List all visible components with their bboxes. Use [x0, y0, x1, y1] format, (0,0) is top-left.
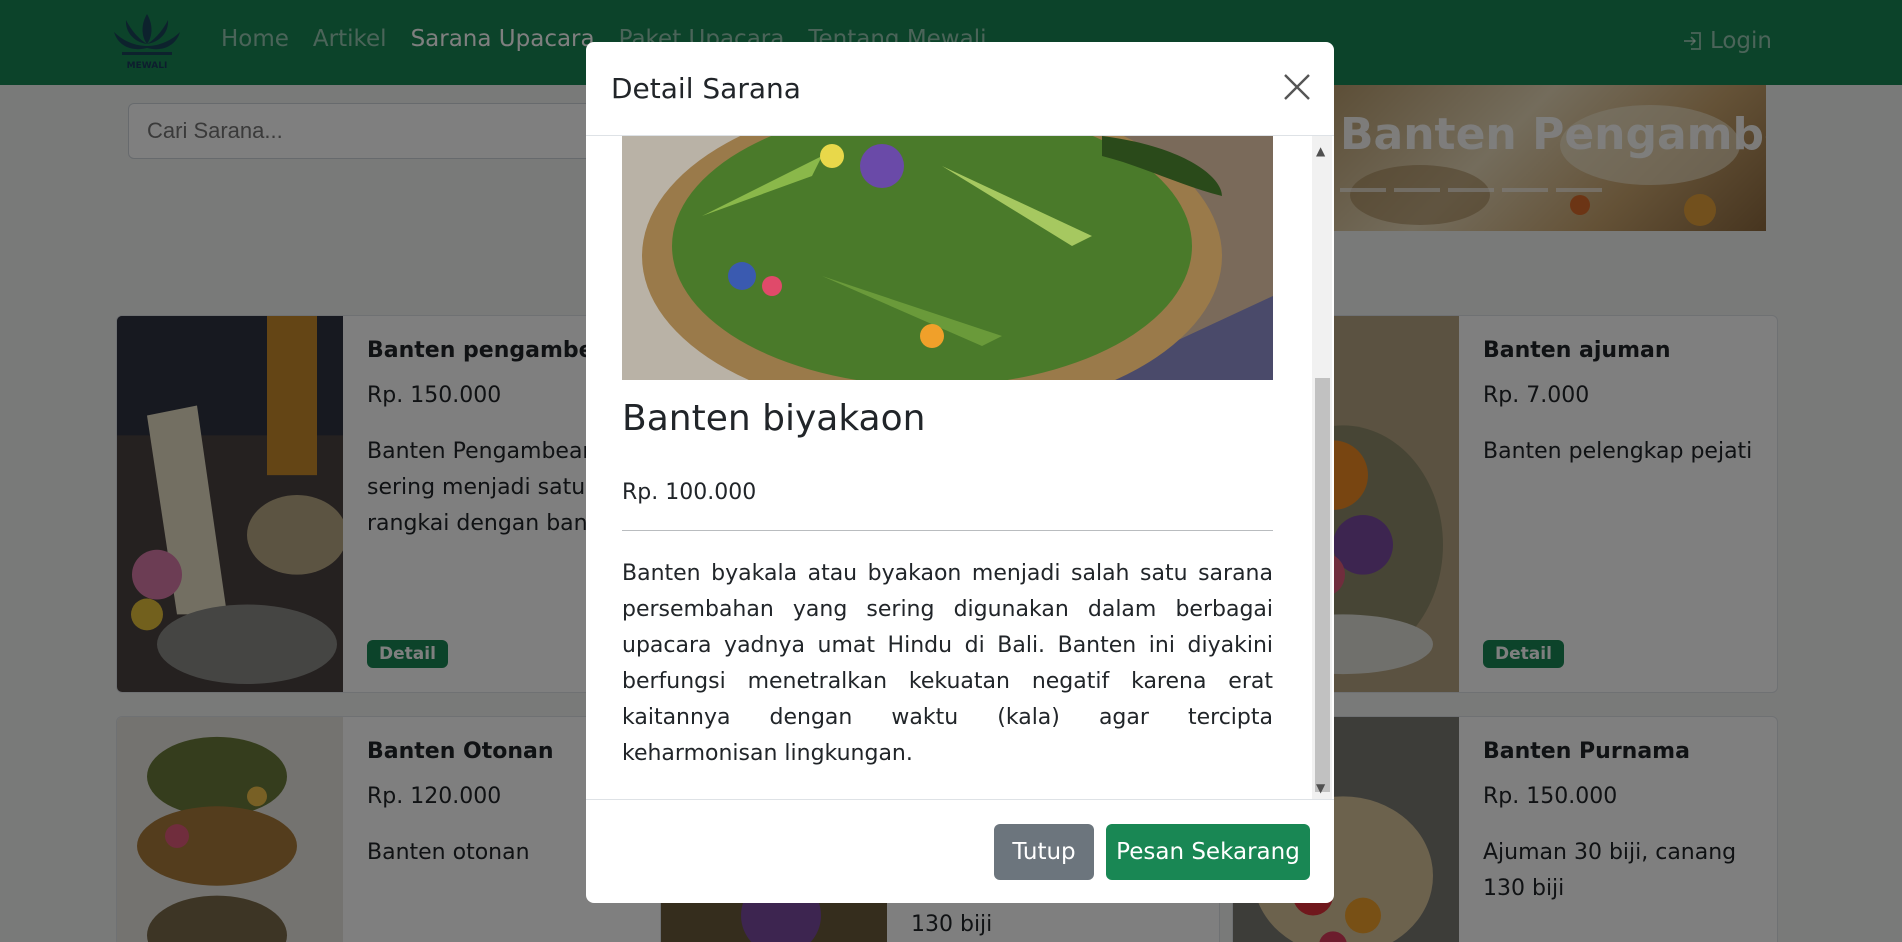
scroll-thumb[interactable] — [1315, 378, 1330, 792]
item-image — [622, 136, 1273, 380]
modal-footer: Tutup Pesan Sekarang — [586, 799, 1334, 903]
scroll-down-icon[interactable]: ▼ — [1316, 781, 1325, 795]
item-description: Banten byakala atau byakaon menjadi sala… — [622, 561, 1273, 766]
modal-body[interactable]: Banten biyakaon Rp. 100.000 Banten byaka… — [586, 136, 1334, 799]
item-name: Banten biyakaon — [622, 398, 926, 439]
modal-title: Detail Sarana — [611, 72, 801, 105]
divider — [622, 530, 1273, 531]
order-now-button[interactable]: Pesan Sekarang — [1106, 824, 1310, 880]
close-icon[interactable] — [1282, 72, 1312, 102]
modal-scrollbar[interactable]: ▲ ▼ — [1312, 136, 1332, 799]
modal-header: Detail Sarana — [586, 42, 1334, 136]
item-price: Rp. 100.000 — [622, 480, 757, 505]
scroll-up-icon[interactable]: ▲ — [1316, 144, 1325, 158]
detail-modal: Detail Sarana Banten biyakaon Rp. 100.00… — [586, 42, 1334, 903]
close-button[interactable]: Tutup — [994, 824, 1094, 880]
